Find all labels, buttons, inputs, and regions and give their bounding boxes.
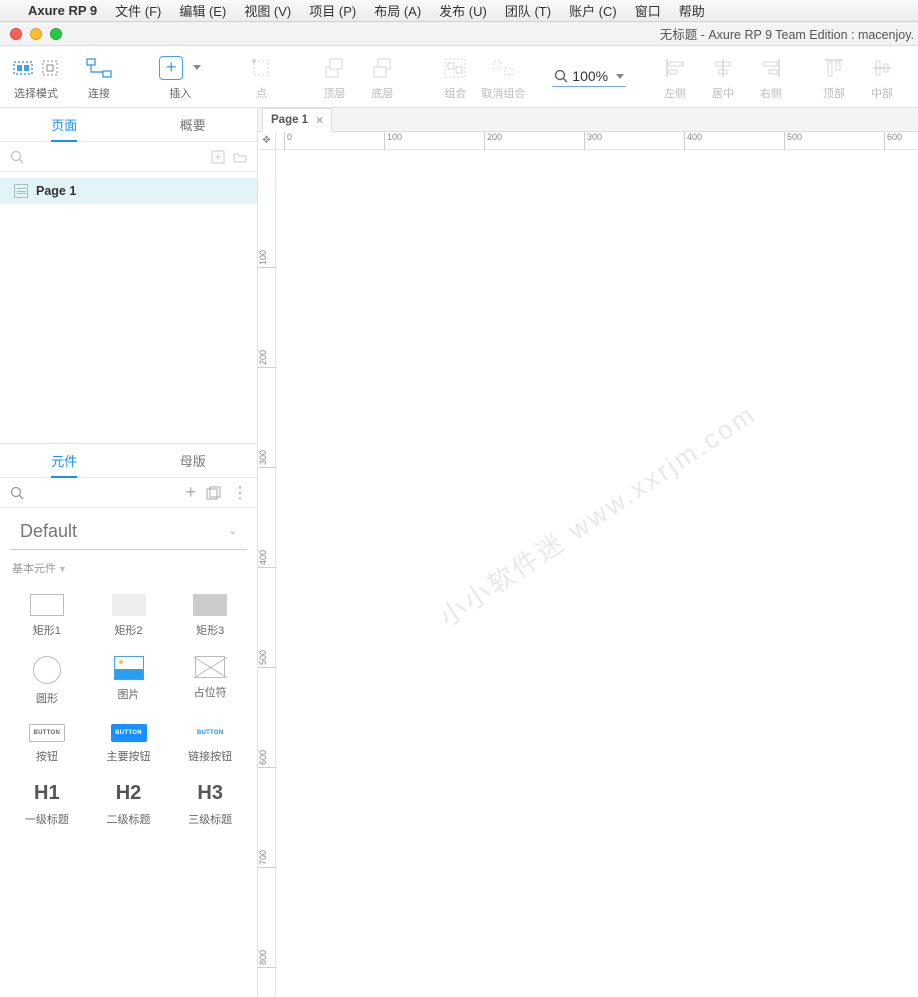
minimize-icon[interactable] [30, 28, 42, 40]
search-icon [554, 69, 568, 83]
page-item[interactable]: Page 1 [0, 178, 257, 204]
tool-ungroup-label: 取消组合 [481, 85, 525, 101]
tool-align-left: 左侧 [651, 53, 699, 101]
document-tabs: Page 1 × [258, 108, 918, 132]
tool-connect[interactable]: 连接 [75, 53, 123, 101]
watermark: 小小软件迷 www.xxrjm.com [431, 394, 762, 634]
tool-top-layer-label: 顶层 [323, 85, 345, 101]
widget-link-button[interactable]: BUTTON链接按钮 [169, 716, 251, 774]
menu-publish[interactable]: 发布 (U) [439, 1, 487, 20]
zoom-control[interactable]: 100% [552, 66, 626, 87]
widget-primary-button[interactable]: BUTTON主要按钮 [88, 716, 170, 774]
menu-layout[interactable]: 布局 (A) [374, 1, 421, 20]
chevron-down-icon: ⌄ [229, 526, 237, 537]
document-tab-label: Page 1 [271, 114, 308, 126]
close-icon[interactable] [10, 28, 22, 40]
vertical-ruler[interactable]: 100 200 300 400 500 600 700 800 [258, 150, 276, 997]
widget-image[interactable]: 图片 [88, 648, 170, 716]
menu-project[interactable]: 项目 (P) [309, 1, 356, 20]
menu-team[interactable]: 团队 (T) [505, 1, 551, 20]
tool-align-top-label: 顶部 [823, 85, 845, 101]
search-icon[interactable] [10, 486, 24, 500]
more-icon[interactable]: ⋮ [232, 483, 247, 503]
library-select[interactable]: Default ⌄ [10, 514, 247, 550]
tool-align-top: 顶部 [810, 53, 858, 101]
widget-rect3[interactable]: 矩形3 [169, 586, 251, 648]
maximize-icon[interactable] [50, 28, 62, 40]
search-icon[interactable] [10, 150, 24, 164]
tool-group: 组合 [431, 53, 479, 101]
tab-widgets[interactable]: 元件 [0, 444, 129, 477]
tool-bottom-layer-label: 底层 [371, 85, 393, 101]
tool-group-label: 组合 [444, 85, 466, 101]
window-titlebar: 无标题 - Axure RP 9 Team Edition : macenjoy… [0, 22, 918, 46]
toolbar: 选择模式 连接 + 插入 点 顶层 底层 组合 取消组合 100% [0, 46, 918, 108]
menu-account[interactable]: 账户 (C) [569, 1, 617, 20]
window-controls [10, 28, 62, 40]
horizontal-ruler[interactable]: 0 100 200 300 400 500 600 [276, 132, 918, 150]
widget-button[interactable]: BUTTON按钮 [6, 716, 88, 774]
zoom-value: 100% [572, 68, 608, 84]
widget-h3[interactable]: H3三级标题 [169, 774, 251, 837]
widget-circle[interactable]: 圆形 [6, 648, 88, 716]
page-icon [14, 184, 28, 198]
widgets-panel: 元件 母版 + ⋮ Default ⌄ 基本元件▼ 矩形1 矩形2 矩形3 [0, 443, 257, 997]
tool-ungroup: 取消组合 [479, 53, 527, 101]
menu-view[interactable]: 视图 (V) [244, 1, 291, 20]
tool-align-middle-label: 中部 [871, 85, 893, 101]
ruler-origin[interactable]: ✥ [258, 132, 276, 150]
app-name[interactable]: Axure RP 9 [28, 3, 97, 18]
tool-top-layer: 顶层 [310, 53, 358, 101]
folder-icon[interactable] [233, 150, 247, 164]
tool-align-right-label: 右侧 [760, 85, 782, 101]
menu-help[interactable]: 帮助 [679, 1, 705, 20]
tool-insert-label: 插入 [169, 85, 191, 101]
tool-insert[interactable]: + 插入 [156, 53, 204, 101]
widget-rect2[interactable]: 矩形2 [88, 586, 170, 648]
library-icon[interactable] [206, 486, 222, 500]
document-tab[interactable]: Page 1 × [262, 108, 332, 132]
tool-point-label: 点 [256, 85, 267, 101]
tool-align-right: 右侧 [747, 53, 795, 101]
tool-align-center: 居中 [699, 53, 747, 101]
tool-connect-label: 连接 [88, 85, 110, 101]
tool-align-left-label: 左侧 [664, 85, 686, 101]
canvas-area: Page 1 × ✥ 0 100 200 300 400 500 600 100… [258, 108, 918, 997]
tab-outline[interactable]: 概要 [129, 108, 258, 141]
tool-bottom-layer: 底层 [358, 53, 406, 101]
page-item-label: Page 1 [36, 184, 76, 198]
tool-point: 点 [237, 53, 285, 101]
tool-align-center-label: 居中 [712, 85, 734, 101]
pages-panel: 页面 概要 Page 1 [0, 108, 257, 443]
library-name: Default [20, 521, 77, 542]
canvas[interactable]: 小小软件迷 www.xxrjm.com [276, 150, 918, 997]
menu-edit[interactable]: 编辑 (E) [179, 1, 226, 20]
widget-rect1[interactable]: 矩形1 [6, 586, 88, 648]
add-page-icon[interactable] [211, 150, 225, 164]
mac-menubar: Axure RP 9 文件 (F) 编辑 (E) 视图 (V) 项目 (P) 布… [0, 0, 918, 22]
window-title: 无标题 - Axure RP 9 Team Edition : macenjoy… [358, 24, 918, 43]
menu-window[interactable]: 窗口 [635, 1, 661, 20]
tab-pages[interactable]: 页面 [0, 108, 129, 141]
tool-select-mode-label: 选择模式 [14, 85, 58, 101]
close-tab-icon[interactable]: × [316, 113, 323, 127]
widget-placeholder[interactable]: 占位符 [169, 648, 251, 716]
tool-align-middle: 中部 [858, 53, 906, 101]
tool-select-mode[interactable]: 选择模式 [12, 53, 60, 101]
widget-h1[interactable]: H1一级标题 [6, 774, 88, 837]
menu-file[interactable]: 文件 (F) [115, 1, 161, 20]
widget-category[interactable]: 基本元件▼ [0, 550, 257, 582]
widget-h2[interactable]: H2二级标题 [88, 774, 170, 837]
tab-masters[interactable]: 母版 [129, 444, 258, 477]
add-library-icon[interactable]: + [185, 482, 196, 503]
chevron-down-icon [616, 74, 624, 79]
